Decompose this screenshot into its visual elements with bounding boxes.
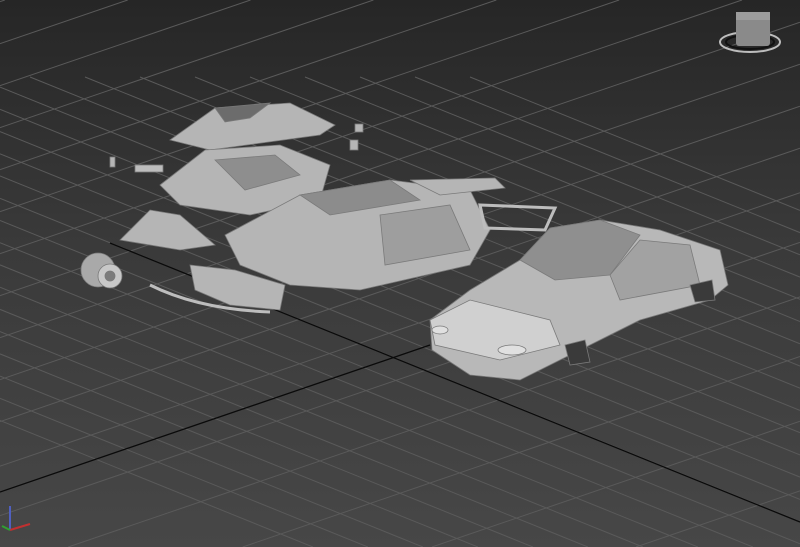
grid-line [0,353,479,547]
scene[interactable] [0,0,800,547]
grid-line [0,375,424,547]
grid-line [0,0,374,129]
exploded-car-parts[interactable] [80,102,558,314]
viewport[interactable] [0,0,800,547]
grid-line [0,0,128,45]
grid-line [0,0,251,87]
grid-line [469,76,800,211]
grid-line [635,490,800,547]
door-parts [119,209,216,251]
grid-line [0,0,5,3]
axis-gizmo-icon [1,506,31,531]
grid-line [242,356,800,547]
axis-line-x [0,344,431,493]
